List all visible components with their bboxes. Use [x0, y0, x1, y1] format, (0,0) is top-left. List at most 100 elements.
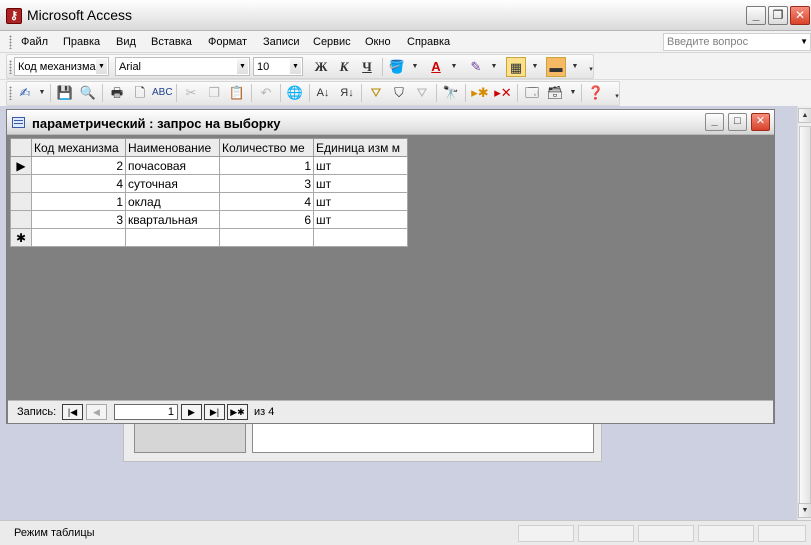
cell-unit[interactable]: шт [313, 210, 408, 229]
chevron-down-icon[interactable]: ▼ [444, 57, 464, 77]
chevron-down-icon[interactable]: ▼ [32, 83, 52, 103]
current-record-icon[interactable]: ▶ [10, 156, 32, 175]
cell-code[interactable] [31, 228, 126, 247]
print-icon[interactable]: 🖶 [107, 83, 127, 103]
toolbar-grip[interactable] [9, 60, 12, 74]
new-record-icon[interactable]: ▸✱ [470, 83, 490, 103]
cell-code[interactable]: 1 [31, 192, 126, 211]
query-minimize-button[interactable]: _ [705, 113, 724, 131]
menu-view[interactable]: Вид [116, 36, 136, 48]
delete-record-icon[interactable]: ▸✕ [493, 83, 513, 103]
database-window-icon[interactable]: 🗃 [545, 83, 565, 103]
cell-name[interactable] [125, 228, 220, 247]
first-record-icon[interactable]: |◀ [62, 404, 83, 420]
new-record-row[interactable]: ✱ [10, 228, 408, 247]
apply-filter-icon[interactable]: ⛛ [412, 83, 432, 103]
cell-name[interactable]: суточная [125, 174, 220, 193]
current-record-input[interactable]: 1 [114, 404, 178, 420]
chevron-down-icon[interactable]: ▼ [563, 83, 583, 103]
spelling-icon[interactable]: ABC [152, 83, 173, 103]
chevron-down-icon[interactable]: ▼ [96, 59, 107, 74]
query-close-button[interactable]: ✕ [751, 113, 770, 131]
cell-quantity[interactable]: 3 [219, 174, 314, 193]
chevron-down-icon[interactable]: ▼ [290, 59, 301, 74]
cell-code[interactable]: 3 [31, 210, 126, 229]
print-preview-icon[interactable]: 🗋 [130, 83, 150, 103]
query-icon[interactable] [12, 117, 25, 128]
save-icon[interactable]: 💾 [55, 83, 75, 103]
cell-name[interactable]: квартальная [125, 210, 220, 229]
access-key-icon[interactable]: ⚷ [6, 8, 22, 24]
copy-icon[interactable]: ❐ [204, 83, 224, 103]
help-icon[interactable]: ❓ [586, 83, 606, 103]
select-all-cell[interactable] [10, 138, 32, 157]
menu-file[interactable]: Файл [21, 36, 48, 48]
cell-name[interactable]: почасовая [125, 156, 220, 175]
cell-unit[interactable]: шт [313, 192, 408, 211]
column-header-quantity[interactable]: Количество ме [219, 138, 314, 157]
cell-unit[interactable]: шт [313, 174, 408, 193]
table-row[interactable]: ▶ 2 почасовая 1 шт [10, 156, 408, 175]
properties-icon[interactable]: 🗔 [522, 83, 542, 103]
sort-descending-icon[interactable]: Я↓ [337, 83, 357, 103]
table-row[interactable]: 4 суточная 3 шт [10, 174, 408, 193]
fill-color-icon[interactable]: 🪣 [387, 57, 407, 77]
previous-record-icon[interactable]: ◀ [86, 404, 107, 420]
cut-icon[interactable]: ✂ [181, 83, 201, 103]
menu-insert[interactable]: Вставка [151, 36, 192, 48]
record-selector[interactable] [10, 192, 32, 211]
background-form-field-box[interactable] [252, 419, 594, 453]
menu-tools[interactable]: Сервис [313, 36, 351, 48]
cell-quantity[interactable] [219, 228, 314, 247]
find-icon[interactable]: 🔭 [441, 83, 461, 103]
cell-unit[interactable]: шт [313, 156, 408, 175]
workspace-vertical-scrollbar[interactable]: ▲ ▼ [797, 106, 811, 520]
query-maximize-button[interactable]: □ [728, 113, 747, 131]
menu-help[interactable]: Справка [407, 36, 450, 48]
table-row[interactable]: 1 оклад 4 шт [10, 192, 408, 211]
font-select[interactable]: Arial ▼ [115, 57, 250, 76]
new-record-icon[interactable]: ✱ [10, 228, 32, 247]
new-record-nav-icon[interactable]: ▶✱ [227, 404, 248, 420]
chevron-down-icon[interactable]: ▼ [800, 37, 808, 46]
scrollbar-thumb[interactable] [799, 126, 811, 518]
file-search-icon[interactable]: 🔍 [78, 83, 98, 103]
next-record-icon[interactable]: ▶ [181, 404, 202, 420]
font-color-icon[interactable]: A [426, 57, 446, 77]
cell-quantity[interactable]: 1 [219, 156, 314, 175]
query-window-title-bar[interactable]: параметрический : запрос на выборку _ □ … [7, 110, 774, 135]
chevron-down-icon[interactable]: ▼ [405, 57, 425, 77]
toolbar-grip[interactable] [9, 86, 12, 100]
last-record-icon[interactable]: ▶| [204, 404, 225, 420]
toolbar-grip[interactable] [9, 35, 12, 49]
chevron-down-icon[interactable]: ▼ [237, 59, 248, 74]
filter-by-form-icon[interactable]: ⛉ [389, 83, 409, 103]
filter-by-selection-icon[interactable]: ⛛ [366, 83, 386, 103]
scroll-down-icon[interactable]: ▼ [798, 503, 811, 518]
menu-format[interactable]: Формат [208, 36, 247, 48]
column-header-code[interactable]: Код механизма [31, 138, 126, 157]
cell-name[interactable]: оклад [125, 192, 220, 211]
italic-button[interactable]: К [334, 57, 354, 77]
close-button[interactable]: ✕ [790, 6, 810, 25]
column-header-name[interactable]: Наименование [125, 138, 220, 157]
menu-records[interactable]: Записи [263, 36, 300, 48]
chevron-down-icon[interactable]: ▼ [484, 57, 504, 77]
cell-code[interactable]: 4 [31, 174, 126, 193]
bold-button[interactable]: Ж [311, 57, 331, 77]
font-size-select[interactable]: 10 ▼ [253, 57, 303, 76]
menu-window[interactable]: Окно [365, 36, 391, 48]
cell-quantity[interactable]: 6 [219, 210, 314, 229]
line-color-icon[interactable]: ✎ [466, 57, 486, 77]
cell-code[interactable]: 2 [31, 156, 126, 175]
hyperlink-icon[interactable]: 🌐 [285, 83, 305, 103]
menu-edit[interactable]: Правка [63, 36, 100, 48]
restore-button[interactable]: ❐ [768, 6, 788, 25]
minimize-button[interactable]: _ [746, 6, 766, 25]
underline-button[interactable]: Ч [357, 57, 377, 77]
special-effect-icon[interactable]: ▬ [546, 57, 566, 77]
field-select[interactable]: Код механизма ▼ [14, 57, 109, 76]
record-selector[interactable] [10, 210, 32, 229]
sort-ascending-icon[interactable]: A↓ [313, 83, 333, 103]
cell-quantity[interactable]: 4 [219, 192, 314, 211]
